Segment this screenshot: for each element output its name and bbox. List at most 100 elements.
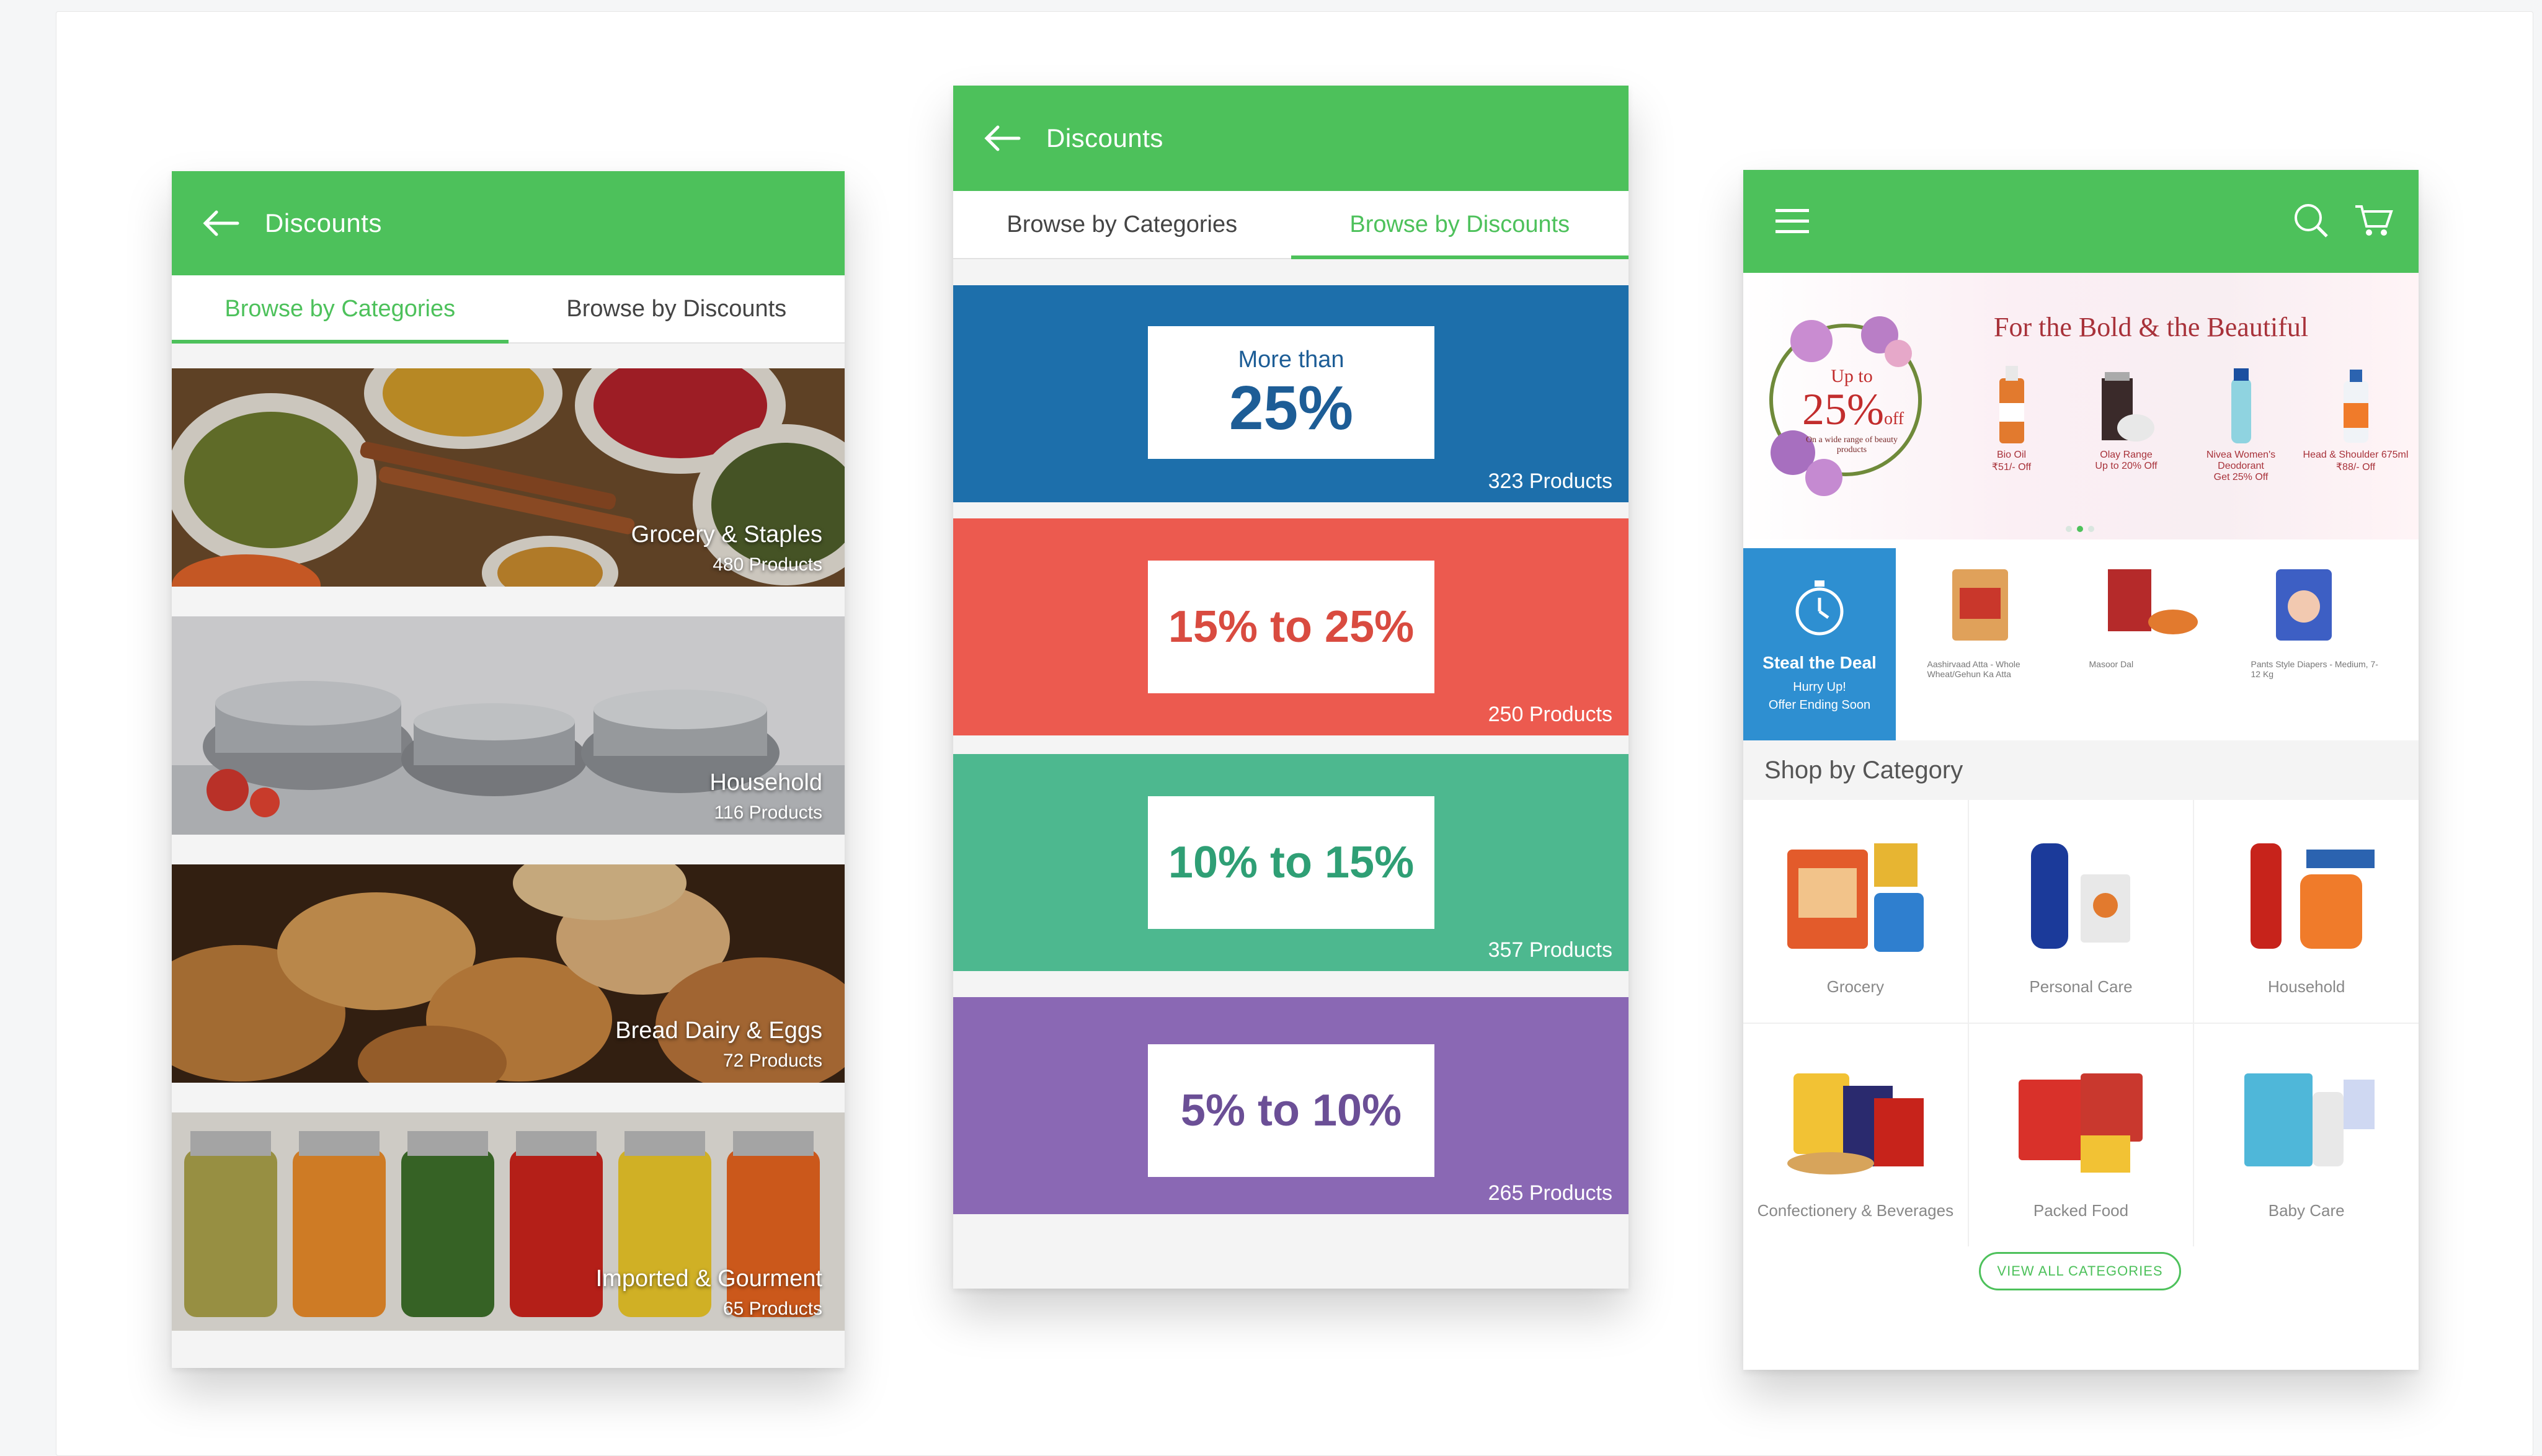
confectionery-icon <box>1787 1073 1924 1174</box>
discount-value: 15% to 25% <box>1168 602 1415 652</box>
tab-browse-by-discounts[interactable]: Browse by Discounts <box>509 275 845 342</box>
deal-strip: Steal the Deal Hurry Up! Offer Ending So… <box>1743 548 2419 740</box>
back-arrow-icon[interactable] <box>982 125 1021 152</box>
category-tile-confectionery[interactable]: Confectionery & Beverages <box>1743 1024 1968 1246</box>
discount-card-25-plus[interactable]: More than 25% 323 Products <box>953 285 1629 502</box>
category-tile-packed-food[interactable]: Packed Food <box>1968 1024 2193 1246</box>
category-card-bread[interactable]: Bread Dairy & Eggs 72 Products <box>172 864 845 1083</box>
app-bar <box>1743 170 2419 273</box>
category-count: 72 Products <box>722 1050 822 1071</box>
category-name: Bread Dairy & Eggs <box>615 1018 822 1044</box>
upto-label: Up to <box>1831 366 1873 386</box>
banner-product-name: Nivea Women's Deodorant <box>2206 450 2276 471</box>
banner-headline: For the Bold & the Beautiful <box>1994 312 2309 342</box>
app-bar: Discounts <box>172 171 845 275</box>
banner-product-name: Bio Oil <box>1996 450 2027 460</box>
category-label: Grocery <box>1826 977 1885 996</box>
screen-browse-by-discounts: Discounts Browse by Categories Browse by… <box>953 86 1629 1289</box>
deal-item-name: Aashirvaad Atta - Whole Wheat/Gehun Ka A… <box>1927 659 2020 679</box>
deal-item-name: Masoor Dal <box>2089 659 2134 669</box>
discount-card-15-25[interactable]: 15% to 25% 250 Products <box>953 518 1629 735</box>
discount-card-5-10[interactable]: 5% to 10% 265 Products <box>953 997 1629 1214</box>
product-count: 250 Products <box>1488 703 1612 726</box>
banner-product-name: Olay Range <box>2100 450 2153 460</box>
category-card-grocery[interactable]: Grocery & Staples 480 Products <box>172 368 845 587</box>
category-label: Packed Food <box>2033 1201 2129 1220</box>
deal-item-name: Pants Style Diapers - Medium, 7-12 Kg <box>2251 659 2378 679</box>
deal-title: Steal the Deal <box>1762 652 1877 672</box>
promo-banner[interactable]: Up to 25%off On a wide range of beauty p… <box>1743 273 2419 539</box>
section-title: Shop by Category <box>1743 740 2419 800</box>
category-count: 116 Products <box>714 802 822 823</box>
tab-browse-by-categories[interactable]: Browse by Categories <box>172 275 509 344</box>
discount-ticket: 5% to 10% <box>1148 1044 1434 1177</box>
tab-browse-by-categories[interactable]: Browse by Categories <box>953 191 1291 258</box>
category-tile-household[interactable]: Household <box>2194 800 2419 1023</box>
category-grid: Grocery Personal Care Household Confecti… <box>1743 800 2419 1246</box>
view-all-categories-button[interactable]: VIEW ALL CATEGORIES <box>1979 1252 2181 1290</box>
deal-items: Aashirvaad Atta - Whole Wheat/Gehun Ka A… <box>1896 548 2419 740</box>
category-tile-personal-care[interactable]: Personal Care <box>1968 800 2193 1023</box>
discount-value: 10% to 15% <box>1168 838 1415 887</box>
app-bar: Discounts <box>953 86 1629 191</box>
discount-ticket: 15% to 25% <box>1148 561 1434 693</box>
offer-badge: Up to 25%off On a wide range of beauty p… <box>1802 366 1904 455</box>
back-arrow-icon[interactable] <box>200 210 240 237</box>
page-title: Discounts <box>1046 123 1163 153</box>
packed-food-icon <box>2019 1073 2143 1173</box>
discount-prefix: More than <box>1238 346 1344 373</box>
menu-icon[interactable] <box>1775 208 1809 235</box>
discount-value: 5% to 10% <box>1180 1086 1402 1135</box>
deal-line2: Offer Ending Soon <box>1768 698 1871 712</box>
carousel-dots[interactable] <box>2066 526 2094 532</box>
deal-line1: Hurry Up! <box>1793 680 1846 694</box>
category-tile-baby-care[interactable]: Baby Care <box>2194 1024 2419 1246</box>
banner-product: Olay Range Up to 20% Off <box>2074 366 2179 521</box>
tab-browse-by-discounts[interactable]: Browse by Discounts <box>1291 191 1629 259</box>
offer-subtext: On a wide range of beauty products <box>1805 435 1898 455</box>
discount-ticket: 10% to 15% <box>1148 796 1434 929</box>
category-label: Personal Care <box>2029 977 2133 996</box>
category-count: 480 Products <box>713 554 822 575</box>
cart-icon[interactable] <box>2354 202 2394 242</box>
banner-product-offer: ₹51/- Off <box>1991 462 2032 473</box>
product-count: 265 Products <box>1488 1181 1612 1205</box>
category-name: Imported & Gourment <box>595 1266 822 1292</box>
discount-card-10-15[interactable]: 10% to 15% 357 Products <box>953 754 1629 971</box>
discount-ticket: More than 25% <box>1148 326 1434 459</box>
deal-item[interactable]: Aashirvaad Atta - Whole Wheat/Gehun Ka A… <box>1927 563 2064 726</box>
search-icon[interactable] <box>2292 202 2329 242</box>
banner-product-name: Head & Shoulder 675ml <box>2303 450 2409 460</box>
steal-the-deal-panel[interactable]: Steal the Deal Hurry Up! Offer Ending So… <box>1743 548 1896 740</box>
baby-care-icon <box>2244 1073 2375 1166</box>
deal-item[interactable]: Masoor Dal <box>2089 563 2226 726</box>
category-name: Grocery & Staples <box>631 522 822 548</box>
banner-product-offer: Up to 20% Off <box>2095 461 2158 471</box>
tab-bar: Browse by Categories Browse by Discounts <box>172 275 845 344</box>
category-card-household[interactable]: Household 116 Products <box>172 616 845 835</box>
grocery-icon <box>1787 843 1924 952</box>
screen-browse-by-categories: Discounts Browse by Categories Browse by… <box>172 171 845 1368</box>
page-title: Discounts <box>265 208 382 237</box>
banner-products: Bio Oil ₹51/- Off Olay Range Up to 20% O… <box>1954 366 2413 521</box>
stopwatch-icon <box>1792 577 1847 642</box>
product-count: 323 Products <box>1488 469 1612 493</box>
category-label: Baby Care <box>2268 1201 2345 1220</box>
category-tile-grocery[interactable]: Grocery <box>1743 800 1968 1023</box>
percent-label: 25% <box>1802 384 1884 434</box>
banner-product-offer: ₹88/- Off <box>2335 462 2376 473</box>
category-card-imported[interactable]: Imported & Gourment 65 Products <box>172 1112 845 1331</box>
banner-product: Nivea Women's Deodorant Get 25% Off <box>2189 366 2294 521</box>
banner-product-offer: Get 25% Off <box>2213 472 2269 482</box>
category-count: 65 Products <box>722 1298 822 1319</box>
off-label: off <box>1883 409 1904 428</box>
category-label: Confectionery & Beverages <box>1757 1201 1954 1220</box>
product-count: 357 Products <box>1488 938 1612 962</box>
banner-product: Head & Shoulder 675ml ₹88/- Off <box>2303 366 2409 521</box>
discount-value: 25% <box>1229 373 1354 443</box>
deal-item[interactable]: Pants Style Diapers - Medium, 7-12 Kg <box>2251 563 2388 726</box>
tab-bar: Browse by Categories Browse by Discounts <box>953 191 1629 259</box>
personal-care-icon <box>2031 843 2131 949</box>
category-name: Household <box>709 770 822 796</box>
banner-product: Bio Oil ₹51/- Off <box>1959 366 2064 521</box>
